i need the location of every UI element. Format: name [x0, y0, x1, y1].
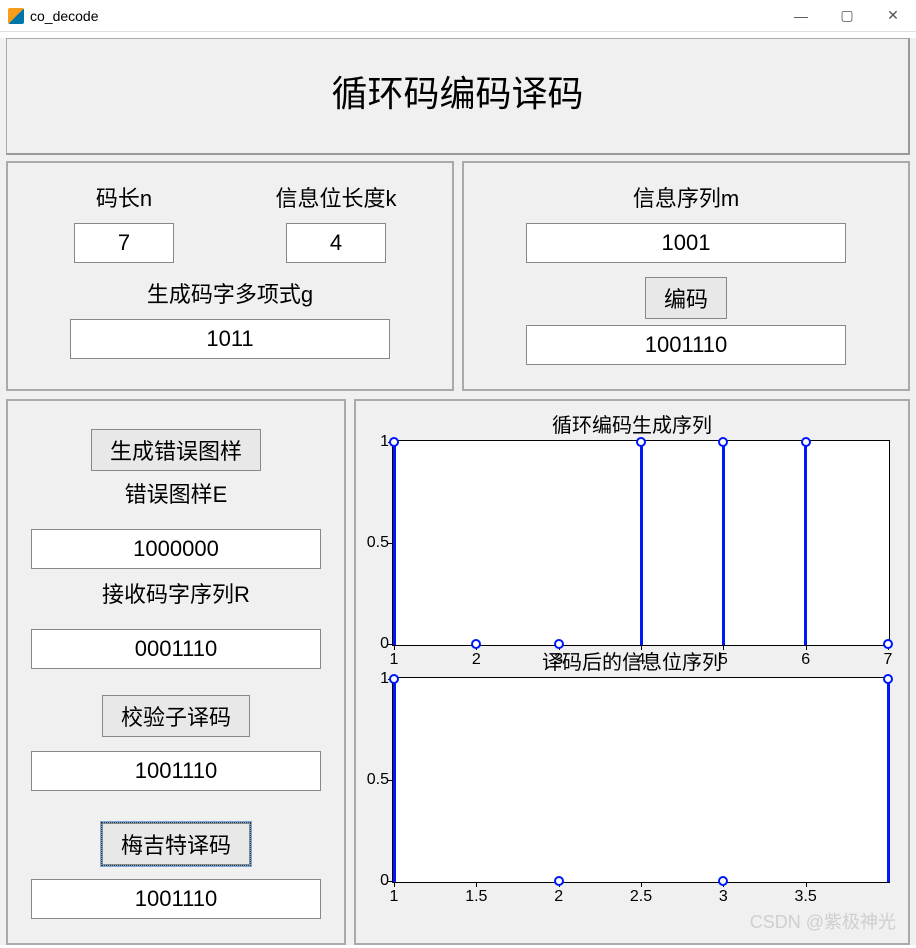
stem-line — [393, 443, 396, 645]
syndrome-result-field[interactable]: 1001110 — [31, 751, 321, 791]
parameters-panel: 码长n 7 信息位长度k 4 生成码字多项式g 1011 — [6, 161, 454, 391]
y-tick-label: 0.5 — [363, 771, 389, 789]
top-plot: 循环编码生成序列 00.511234567 — [366, 409, 898, 646]
app-window: co_decode — ▢ ✕ 循环码编码译码 码长n 7 信息位长度k 4 — [0, 0, 916, 948]
stem-marker — [883, 674, 893, 684]
y-tick-label: 0 — [363, 872, 389, 890]
stem-line — [722, 443, 725, 645]
n-label: 码长n — [28, 181, 220, 213]
g-field[interactable]: 1011 — [70, 319, 390, 359]
received-label: 接收码字序列R — [28, 577, 324, 609]
stem-marker — [718, 437, 728, 447]
plots-panel: 循环编码生成序列 00.511234567 译码后的信息位序列 00.5111.… — [354, 399, 910, 945]
page-title: 循环码编码译码 — [331, 73, 583, 114]
encode-panel: 信息序列m 1001 编码 1001110 — [462, 161, 910, 391]
minimize-button[interactable]: — — [778, 0, 824, 32]
titlebar[interactable]: co_decode — ▢ ✕ — [0, 0, 916, 32]
bottom-plot-axes[interactable]: 00.5111.522.533.5 — [392, 677, 890, 883]
stem-line — [804, 443, 807, 645]
top-plot-title: 循环编码生成序列 — [366, 409, 898, 438]
close-button[interactable]: ✕ — [870, 0, 916, 32]
x-tick-label: 2.5 — [630, 888, 652, 906]
app-icon — [8, 8, 24, 24]
k-label: 信息位长度k — [240, 181, 432, 213]
stem-line — [887, 680, 890, 882]
y-tick-label: 0.5 — [363, 534, 389, 552]
bottom-plot: 译码后的信息位序列 00.5111.522.533.5 — [366, 646, 898, 883]
meggitt-result-field[interactable]: 1001110 — [31, 879, 321, 919]
encode-button[interactable]: 编码 — [645, 277, 727, 319]
error-label: 错误图样E — [28, 477, 324, 509]
codeword-field[interactable]: 1001110 — [526, 325, 846, 365]
x-tick-label: 3.5 — [795, 888, 817, 906]
client-area: 循环码编码译码 码长n 7 信息位长度k 4 生成码字多项式g 1011 — [0, 38, 916, 945]
x-tick-label: 1.5 — [465, 888, 487, 906]
window-title: co_decode — [30, 8, 99, 24]
n-field[interactable]: 7 — [74, 223, 174, 263]
titlebar-left: co_decode — [8, 8, 99, 24]
m-field[interactable]: 1001 — [526, 223, 846, 263]
bottom-plot-title: 译码后的信息位序列 — [366, 646, 898, 675]
maximize-button[interactable]: ▢ — [824, 0, 870, 32]
stem-line — [640, 443, 643, 645]
syndrome-decode-button[interactable]: 校验子译码 — [102, 695, 250, 737]
m-label: 信息序列m — [484, 181, 888, 213]
stem-marker — [389, 674, 399, 684]
x-tick-label: 1 — [390, 888, 399, 906]
y-tick-label: 1 — [363, 670, 389, 688]
k-field[interactable]: 4 — [286, 223, 386, 263]
stem-marker — [718, 876, 728, 886]
received-field[interactable]: 0001110 — [31, 629, 321, 669]
x-tick-label: 2 — [554, 888, 563, 906]
g-label: 生成码字多项式g — [28, 277, 432, 309]
error-field[interactable]: 1000000 — [31, 529, 321, 569]
gen-error-button[interactable]: 生成错误图样 — [91, 429, 261, 471]
stem-marker — [801, 437, 811, 447]
window-controls: — ▢ ✕ — [778, 0, 916, 32]
stem-marker — [554, 876, 564, 886]
top-plot-axes[interactable]: 00.511234567 — [392, 440, 890, 646]
x-tick-label: 3 — [719, 888, 728, 906]
stem-marker — [389, 437, 399, 447]
y-tick-label: 1 — [363, 433, 389, 451]
decode-panel: 生成错误图样 错误图样E 1000000 接收码字序列R 0001110 校验子… — [6, 399, 346, 945]
stem-marker — [636, 437, 646, 447]
meggitt-decode-button[interactable]: 梅吉特译码 — [102, 823, 250, 865]
page-title-panel: 循环码编码译码 — [6, 38, 910, 155]
stem-line — [393, 680, 396, 882]
